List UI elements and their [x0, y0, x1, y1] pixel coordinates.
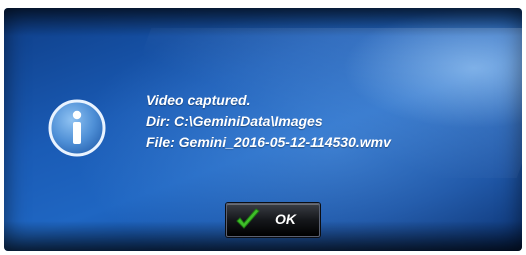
message-line-file: File: Gemini_2016-05-12-114530.wmv: [146, 134, 391, 150]
message-line-status: Video captured.: [146, 92, 251, 108]
ok-button[interactable]: OK: [226, 203, 320, 237]
message-text: Video captured. Dir: C:\GeminiData\Image…: [146, 90, 391, 153]
checkmark-icon: [236, 208, 260, 229]
message-line-dir: Dir: C:\GeminiData\Images: [146, 113, 323, 129]
info-icon: [48, 99, 106, 157]
ok-button-label: OK: [275, 211, 296, 227]
video-captured-dialog: Video captured. Dir: C:\GeminiData\Image…: [4, 8, 522, 251]
